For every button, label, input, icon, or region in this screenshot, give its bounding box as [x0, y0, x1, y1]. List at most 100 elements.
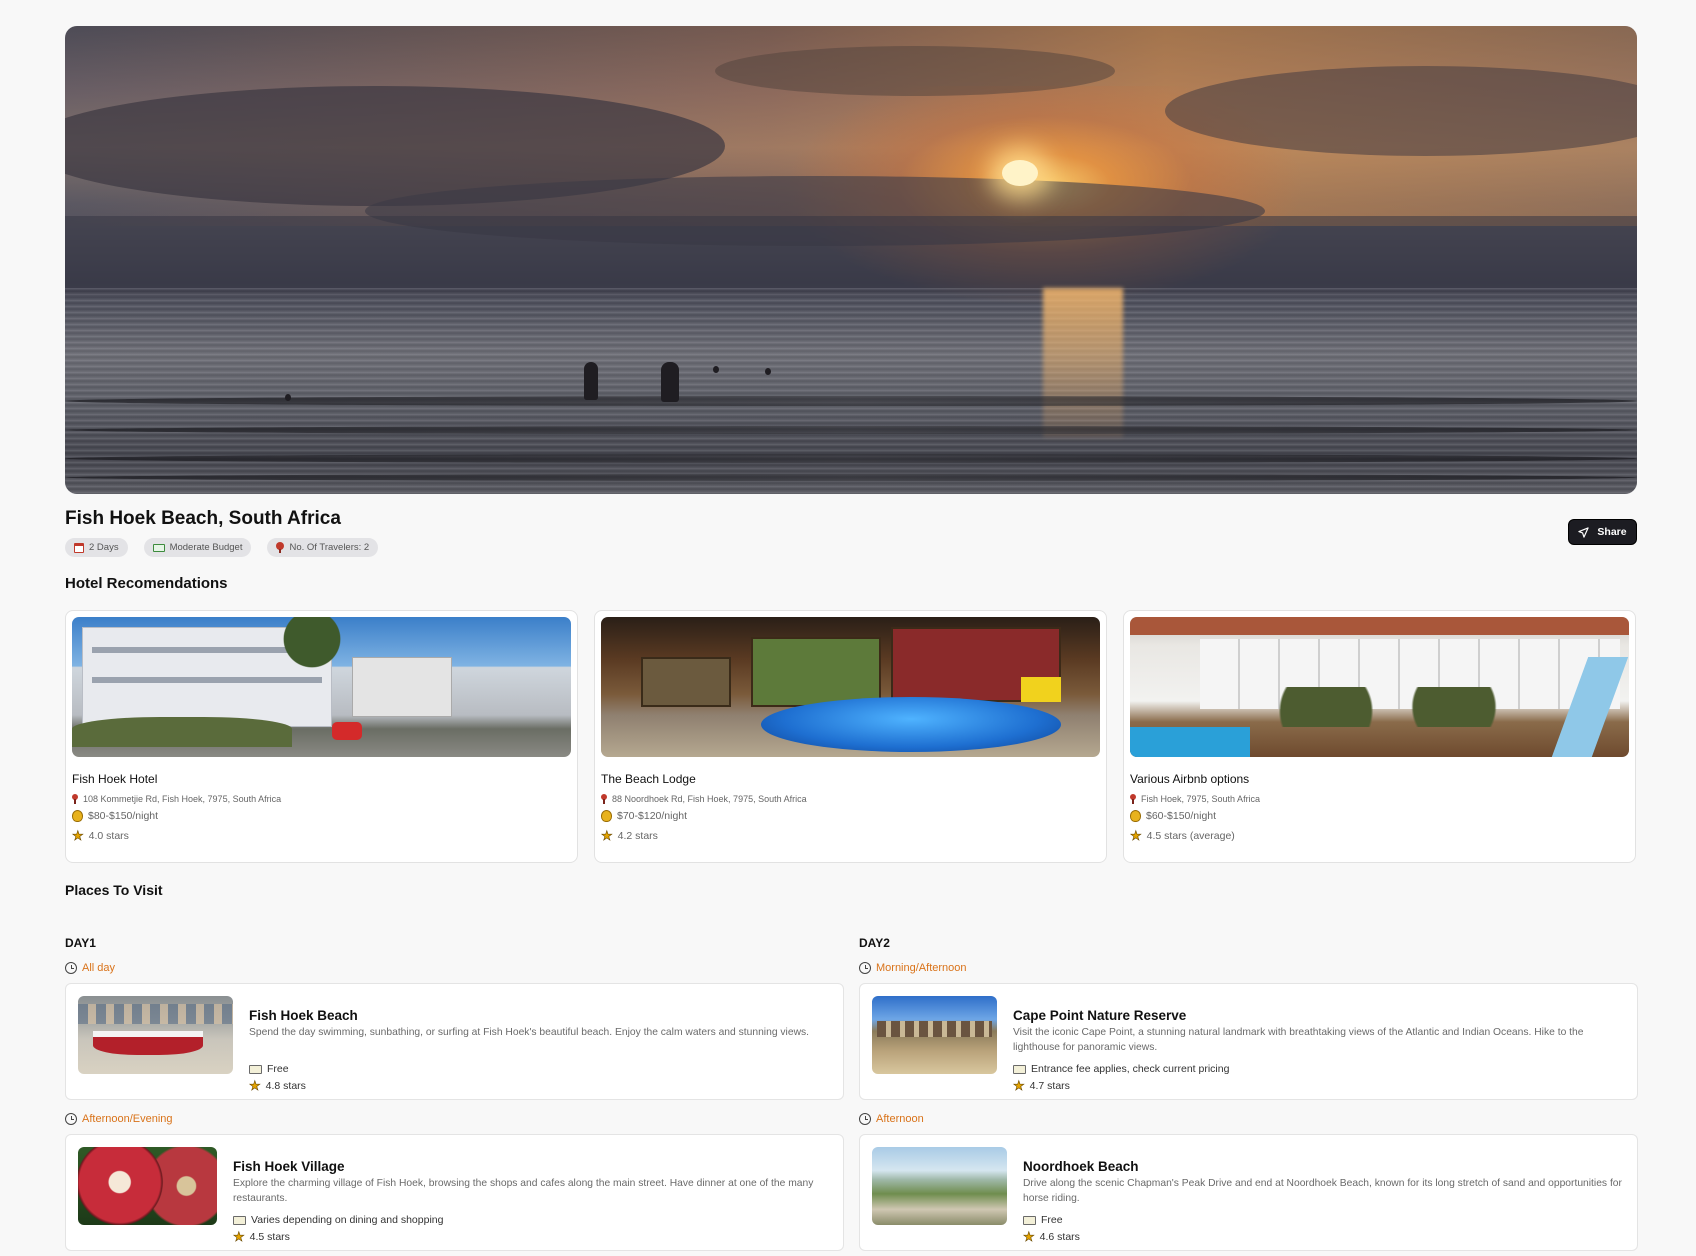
hotel-image: [601, 617, 1100, 757]
budget-chip: Moderate Budget: [143, 538, 252, 557]
place-image: [872, 996, 997, 1074]
place-rating: 4.5 stars: [249, 1230, 290, 1243]
clock-icon: [65, 962, 77, 974]
pin-icon: [72, 794, 78, 804]
place-card[interactable]: Fish Hoek Beach Spend the day swimming, …: [65, 983, 844, 1100]
hotel-price: $60-$150/night: [1146, 810, 1217, 822]
clock-icon: [859, 962, 871, 974]
share-button-label: Share: [1597, 526, 1627, 538]
money-icon: [152, 543, 165, 552]
hotel-rating: 4.5 stars (average): [1146, 829, 1235, 842]
hotel-card[interactable]: Various Airbnb options Fish Hoek, 7975, …: [1123, 610, 1636, 863]
hotel-name: Fish Hoek Hotel: [72, 772, 158, 786]
place-name: Cape Point Nature Reserve: [1013, 1008, 1187, 1023]
budget-chip-label: Moderate Budget: [169, 542, 243, 553]
star-icon: ★: [72, 828, 84, 843]
place-cost-row: Free: [249, 1063, 289, 1075]
share-icon: [1578, 526, 1590, 538]
hotel-list: Fish Hoek Hotel 108 Kommetjie Rd, Fish H…: [65, 610, 1637, 863]
calendar-icon: [74, 542, 84, 553]
hotel-price-row: $60-$150/night: [1130, 810, 1629, 822]
place-cost-row: Free: [1023, 1214, 1063, 1226]
place-cost: Entrance fee applies, check current pric…: [1031, 1063, 1230, 1075]
traveler-icon: [276, 542, 285, 553]
place-name: Noordhoek Beach: [1023, 1159, 1139, 1174]
places-section-title: Places To Visit: [65, 882, 163, 898]
trip-chips: 2 Days Moderate Budget No. Of Travelers:…: [65, 538, 379, 557]
hotels-section-title: Hotel Recomendations: [65, 575, 228, 592]
share-button[interactable]: Share: [1568, 519, 1637, 545]
day-label: DAY2: [859, 936, 890, 950]
place-rating-row: ★ 4.6 stars: [1023, 1230, 1080, 1244]
hotel-address: 88 Noordhoek Rd, Fish Hoek, 7975, South …: [612, 794, 807, 804]
hotel-rating-row: ★ 4.2 stars: [601, 828, 1100, 843]
days-chip-label: 2 Days: [89, 542, 119, 553]
clock-icon: [859, 1113, 871, 1125]
hotel-rating: 4.2 stars: [617, 829, 658, 842]
hotel-price: $80-$150/night: [88, 810, 159, 822]
place-card[interactable]: Noordhoek Beach Drive along the scenic C…: [859, 1134, 1638, 1251]
trip-page: Fish Hoek Beach, South Africa 2 Days Mod…: [0, 0, 1696, 1256]
moneybag-icon: [1130, 810, 1141, 822]
place-rating: 4.8 stars: [265, 1079, 306, 1092]
place-rating-row: ★ 4.8 stars: [249, 1079, 306, 1093]
pin-icon: [1130, 794, 1136, 804]
place-image: [872, 1147, 1007, 1225]
place-name: Fish Hoek Beach: [249, 1008, 358, 1023]
time-slot-label: Morning/Afternoon: [859, 962, 967, 974]
hotel-address: 108 Kommetjie Rd, Fish Hoek, 7975, South…: [83, 794, 282, 804]
hotel-address-row: 108 Kommetjie Rd, Fish Hoek, 7975, South…: [72, 794, 571, 804]
ticket-icon: [233, 1215, 246, 1225]
hotel-image: [1130, 617, 1629, 757]
hotel-address-row: Fish Hoek, 7975, South Africa: [1130, 794, 1629, 804]
place-description: Spend the day swimming, sunbathing, or s…: [249, 1027, 810, 1038]
place-image: [78, 1147, 217, 1225]
hotel-price-row: $80-$150/night: [72, 810, 571, 822]
place-cost: Free: [1041, 1214, 1063, 1226]
hotel-price: $70-$120/night: [617, 810, 688, 822]
star-icon: ★: [1130, 828, 1142, 843]
time-slot-label: Afternoon/Evening: [65, 1113, 173, 1125]
place-rating: 4.6 stars: [1039, 1230, 1080, 1243]
page-title: Fish Hoek Beach, South Africa: [65, 508, 341, 529]
place-cost-row: Varies depending on dining and shopping: [233, 1214, 443, 1226]
hotel-image: [72, 617, 571, 757]
days-chip: 2 Days: [65, 538, 128, 557]
hotel-address: Fish Hoek, 7975, South Africa: [1141, 794, 1261, 804]
hotel-name: Various Airbnb options: [1130, 772, 1250, 786]
place-cost: Free: [267, 1063, 289, 1075]
star-icon: ★: [233, 1229, 245, 1244]
ticket-icon: [249, 1064, 262, 1074]
hotel-card[interactable]: Fish Hoek Hotel 108 Kommetjie Rd, Fish H…: [65, 610, 578, 863]
time-slot-label: All day: [65, 962, 115, 974]
place-image: [78, 996, 233, 1074]
place-rating-row: ★ 4.7 stars: [1013, 1078, 1070, 1093]
moneybag-icon: [601, 810, 612, 822]
place-description: Drive along the scenic Chapman's Peak Dr…: [1023, 1178, 1622, 1204]
hotel-price-row: $70-$120/night: [601, 810, 1100, 822]
time-slot-text: All day: [82, 962, 116, 974]
time-slot-text: Morning/Afternoon: [876, 962, 967, 974]
hotel-card[interactable]: The Beach Lodge 88 Noordhoek Rd, Fish Ho…: [594, 610, 1107, 863]
place-card[interactable]: Fish Hoek Village Explore the charming v…: [65, 1134, 844, 1251]
time-slot-label: Afternoon: [859, 1113, 924, 1125]
place-rating: 4.7 stars: [1029, 1079, 1070, 1092]
place-cost-row: Entrance fee applies, check current pric…: [1013, 1063, 1229, 1075]
place-card[interactable]: Cape Point Nature Reserve Visit the icon…: [859, 983, 1638, 1100]
hero-sunset-image: [65, 26, 1637, 494]
ticket-icon: [1013, 1064, 1026, 1074]
hotel-name: The Beach Lodge: [601, 772, 696, 786]
hotel-address-row: 88 Noordhoek Rd, Fish Hoek, 7975, South …: [601, 794, 1100, 804]
place-name: Fish Hoek Village: [233, 1159, 345, 1174]
place-description: Visit the iconic Cape Point, a stunning …: [1013, 1027, 1584, 1053]
time-slot-text: Afternoon/Evening: [82, 1113, 173, 1125]
moneybag-icon: [72, 810, 83, 822]
travelers-chip-label: No. Of Travelers: 2: [289, 542, 370, 553]
star-icon: ★: [601, 828, 613, 843]
ticket-icon: [1023, 1215, 1036, 1225]
pin-icon: [601, 794, 607, 804]
hotel-rating: 4.0 stars: [88, 829, 129, 842]
place-cost: Varies depending on dining and shopping: [251, 1214, 444, 1226]
time-slot-text: Afternoon: [876, 1113, 924, 1125]
star-icon: ★: [1013, 1078, 1025, 1093]
